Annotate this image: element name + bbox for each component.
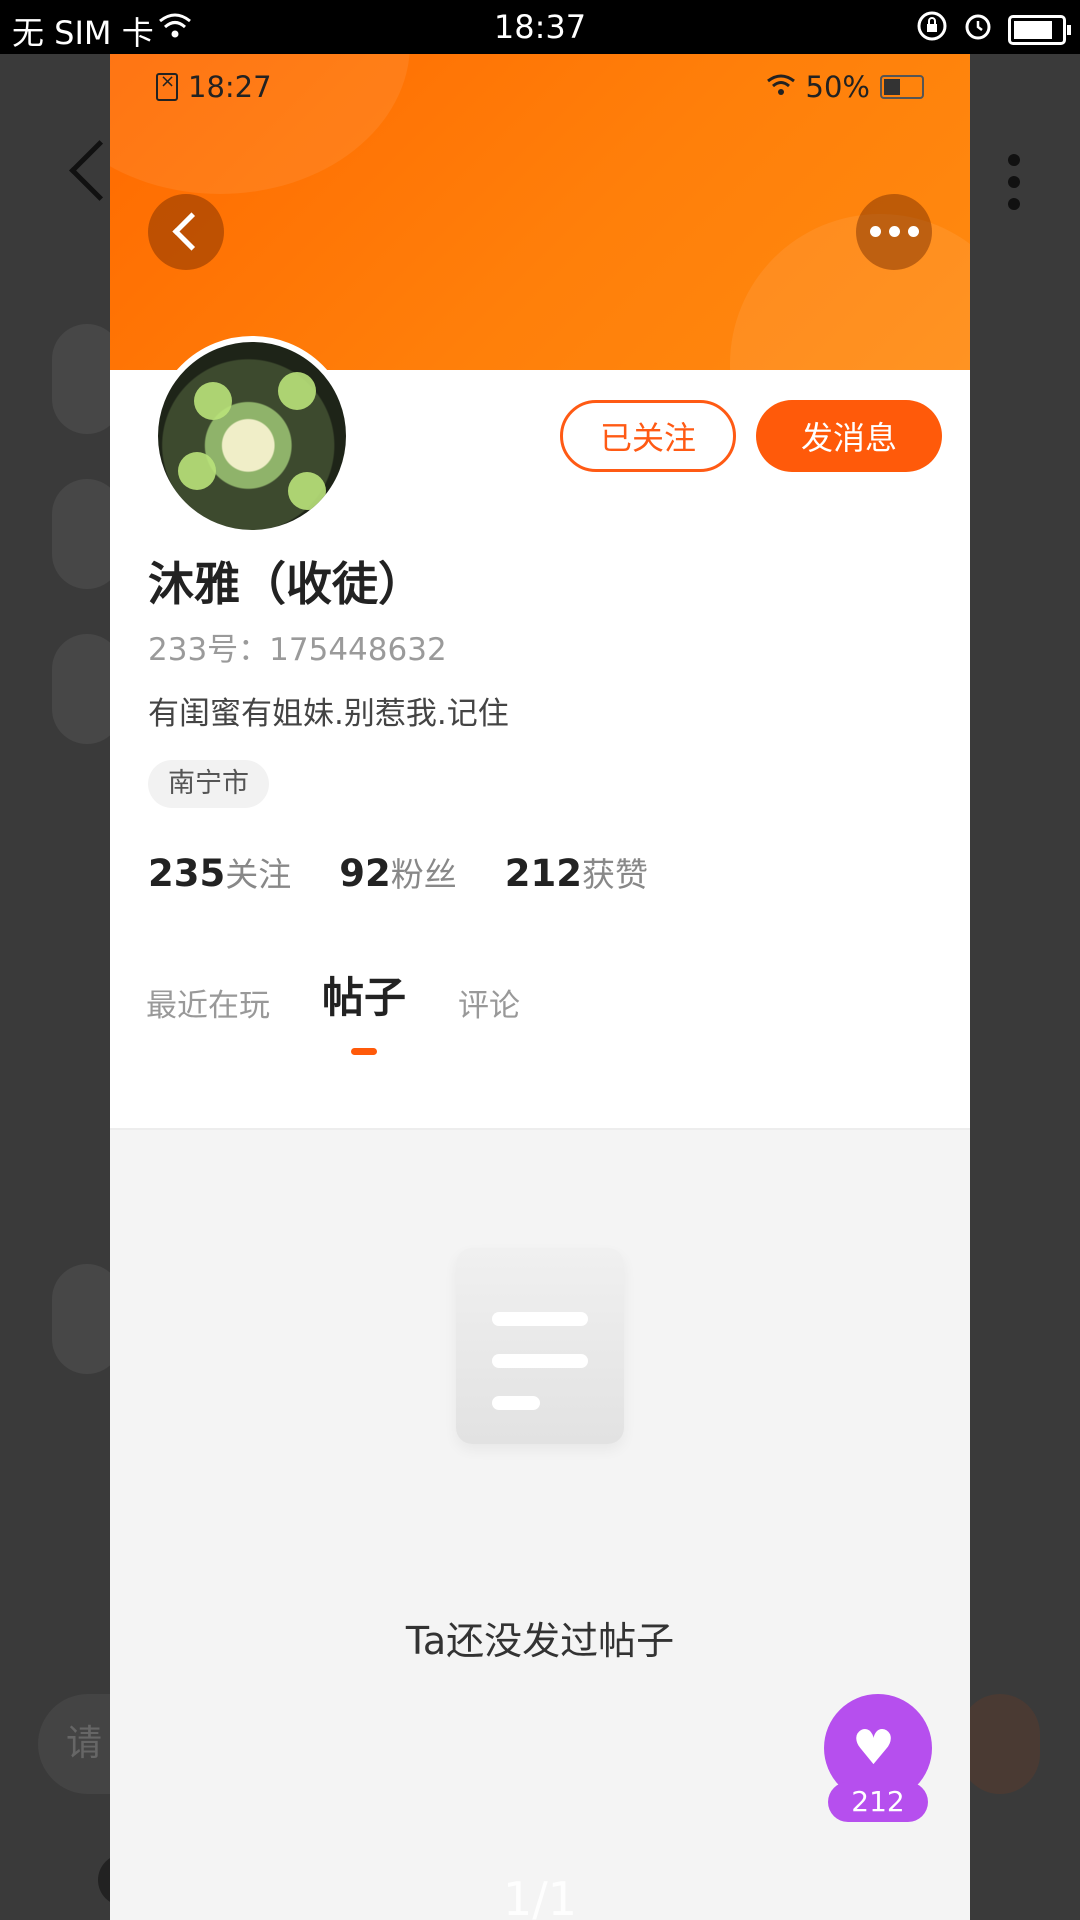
- heart-icon: ♥: [852, 1720, 896, 1776]
- likes-label: 获赞: [581, 855, 648, 894]
- profile-banner: 18:27 50%: [110, 54, 970, 370]
- tabs-divider: [110, 1128, 970, 1130]
- inner-wifi-icon: [766, 70, 796, 104]
- fans-count: 92: [339, 852, 391, 895]
- profile-card: 18:27 50% 已关注 发消息 沐雅（收徒） 233号：17: [110, 54, 970, 1920]
- background-more-icon: [1008, 154, 1020, 220]
- inner-battery-icon: [880, 75, 924, 99]
- profile-name: 沐雅（收徒）: [148, 557, 424, 611]
- likes-count: 212: [504, 852, 582, 895]
- empty-document-icon: [456, 1248, 624, 1444]
- followed-button[interactable]: 已关注: [560, 400, 736, 472]
- profile-bio: 有闺蜜有姐妹.别惹我.记住: [148, 696, 509, 732]
- profile-uid: 233号：175448632: [148, 632, 447, 668]
- background-send-icon: [960, 1694, 1040, 1794]
- tab-recently-played[interactable]: 最近在玩: [146, 980, 270, 1025]
- following-label: 关注: [225, 855, 292, 894]
- empty-state-text: Ta还没发过帖子: [405, 1619, 675, 1663]
- city-tag: 南宁市: [148, 760, 269, 808]
- rotation-lock-icon: [916, 10, 948, 50]
- inner-status-bar: 18:27 50%: [156, 70, 924, 110]
- following-count: 235: [148, 852, 226, 895]
- profile-stats: 235关注 92粉丝 212获赞: [148, 848, 648, 896]
- inner-battery-label: 50%: [805, 70, 870, 104]
- profile-tabs: 最近在玩 帖子 评论: [146, 964, 520, 1025]
- alarm-icon: [962, 10, 994, 50]
- tab-comments[interactable]: 评论: [458, 980, 520, 1025]
- avatar[interactable]: [152, 336, 352, 536]
- stat-likes: 212获赞: [505, 848, 648, 896]
- stat-following[interactable]: 235关注: [148, 848, 291, 896]
- system-status-bar: 无 SIM 卡 18:37: [0, 0, 1080, 54]
- more-dots-icon: [870, 226, 919, 237]
- fans-label: 粉丝: [390, 855, 457, 894]
- profile-section: 已关注 发消息 沐雅（收徒） 233号：175448632 有闺蜜有姐妹.别惹我…: [110, 336, 970, 1130]
- tab-posts[interactable]: 帖子: [322, 964, 406, 1025]
- back-button[interactable]: [148, 194, 224, 270]
- battery-icon: [1008, 15, 1071, 45]
- more-button[interactable]: [856, 194, 932, 270]
- stat-fans[interactable]: 92粉丝: [339, 848, 457, 896]
- like-count-badge: 212: [828, 1782, 928, 1822]
- inner-clock: 18:27: [188, 70, 272, 104]
- chevron-left-icon: [172, 212, 211, 251]
- page-indicator: 1/1: [502, 1872, 578, 1920]
- no-sim-icon: [156, 71, 178, 101]
- send-message-button[interactable]: 发消息: [756, 400, 942, 472]
